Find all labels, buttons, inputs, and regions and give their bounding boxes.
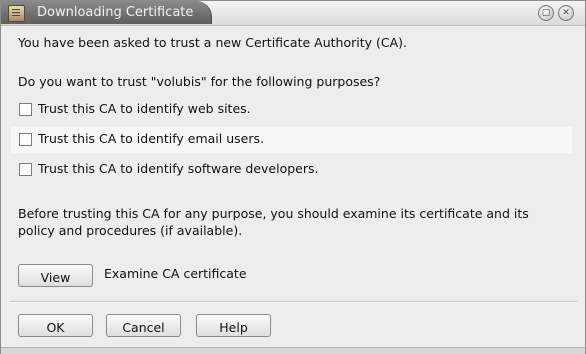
cancel-button[interactable]: Cancel	[106, 314, 181, 337]
option-label-web-sites: Trust this CA to identify web sites.	[38, 101, 251, 116]
option-row-software-developers[interactable]: Trust this CA to identify software devel…	[11, 157, 572, 183]
dialog-content: You have been asked to trust a new Certi…	[1, 26, 585, 353]
title-bar[interactable]: Downloading Certificate ▢ ✕	[1, 1, 585, 26]
option-label-software-developers: Trust this CA to identify software devel…	[38, 161, 319, 176]
view-button[interactable]: View	[18, 264, 93, 287]
question-text: Do you want to trust "volubis" for the f…	[18, 74, 381, 89]
separator	[9, 301, 577, 303]
ok-button[interactable]: OK	[18, 314, 93, 337]
window-title: Downloading Certificate	[37, 5, 194, 20]
checkbox-software-developers[interactable]	[19, 163, 32, 176]
certificate-dialog: Downloading Certificate ▢ ✕ You have bee…	[0, 0, 586, 354]
examine-label: Examine CA certificate	[104, 266, 247, 281]
help-button[interactable]: Help	[196, 314, 271, 337]
option-row-web-sites[interactable]: Trust this CA to identify web sites.	[11, 97, 572, 123]
checkbox-web-sites[interactable]	[19, 103, 32, 116]
close-icon[interactable]: ✕	[558, 5, 574, 21]
intro-text: You have been asked to trust a new Certi…	[18, 35, 407, 50]
advice-line-2: policy and procedures (if available).	[18, 223, 243, 238]
advice-line-1: Before trusting this CA for any purpose,…	[18, 206, 529, 221]
window-bottom-edge	[1, 347, 585, 354]
option-row-email-users[interactable]: Trust this CA to identify email users.	[11, 127, 572, 153]
app-icon	[8, 5, 25, 22]
maximize-icon[interactable]: ▢	[538, 5, 554, 21]
title-tab: Downloading Certificate	[1, 1, 212, 24]
option-label-email-users: Trust this CA to identify email users.	[38, 131, 264, 146]
checkbox-email-users[interactable]	[19, 133, 32, 146]
